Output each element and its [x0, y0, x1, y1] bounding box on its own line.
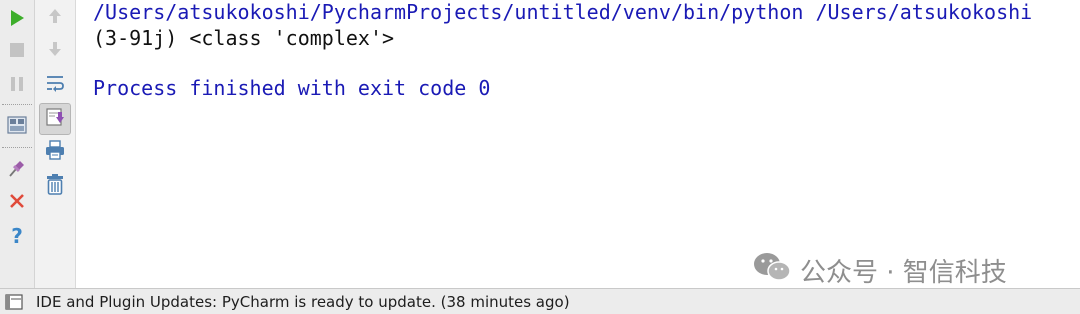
scroll-to-end-button[interactable]: [39, 103, 71, 135]
pin-tab-button[interactable]: [0, 156, 34, 184]
program-output-line: (3-91j) <class 'complex'>: [93, 26, 395, 50]
watermark-text: 公众号 · 智信科技: [800, 257, 1007, 288]
toggle-tool-windows-icon[interactable]: [3, 293, 25, 311]
soft-wrap-button[interactable]: [35, 71, 75, 99]
command-line: /Users/atsukokoshi/PycharmProjects/untit…: [93, 0, 1033, 24]
pause-icon: [9, 76, 25, 96]
close-icon: [9, 193, 25, 213]
layout-icon: [7, 116, 27, 138]
pin-icon: [7, 158, 27, 182]
print-icon: [45, 140, 65, 164]
console-toolbar: [35, 0, 76, 288]
toolbar-separator: [2, 147, 32, 148]
soft-wrap-icon: [45, 74, 65, 96]
run-toolbar: ?: [0, 0, 35, 288]
stop-icon: [9, 42, 25, 62]
wechat-icon: [752, 251, 792, 290]
rerun-button[interactable]: [0, 6, 34, 34]
print-button[interactable]: [35, 138, 75, 166]
arrow-up-icon: [47, 7, 63, 29]
status-message[interactable]: IDE and Plugin Updates: PyCharm is ready…: [36, 293, 570, 311]
status-bar: IDE and Plugin Updates: PyCharm is ready…: [0, 288, 1080, 314]
watermark: 公众号 · 智信科技: [752, 250, 1007, 290]
help-button[interactable]: ?: [0, 222, 34, 250]
close-tab-button[interactable]: [0, 189, 34, 217]
restore-layout-button[interactable]: [0, 113, 34, 141]
scroll-to-end-icon: [45, 107, 65, 131]
previous-occurrence-button[interactable]: [35, 4, 75, 32]
trash-icon: [45, 173, 65, 199]
arrow-down-icon: [47, 40, 63, 62]
toolbar-separator: [2, 104, 32, 105]
pause-button[interactable]: [0, 72, 34, 100]
clear-all-button[interactable]: [35, 172, 75, 200]
stop-button[interactable]: [0, 38, 34, 66]
exit-message: Process finished with exit code 0: [93, 76, 491, 100]
console-output[interactable]: /Users/atsukokoshi/PycharmProjects/untit…: [76, 0, 1080, 288]
help-icon: ?: [11, 224, 23, 248]
next-occurrence-button[interactable]: [35, 37, 75, 65]
run-icon: [9, 9, 25, 31]
